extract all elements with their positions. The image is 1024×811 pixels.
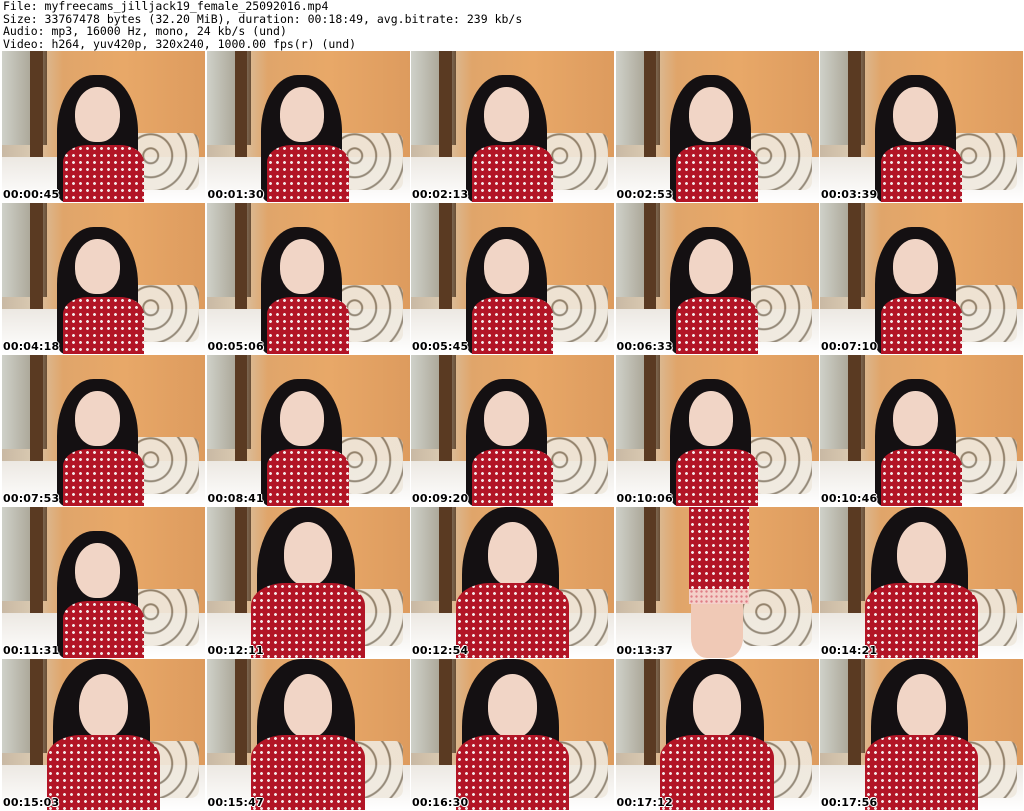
timestamp-label: 00:02:53 xyxy=(616,188,673,201)
timestamp-label: 00:07:53 xyxy=(3,492,60,505)
timestamp-label: 00:05:06 xyxy=(207,340,264,353)
timestamp-label: 00:14:21 xyxy=(821,644,878,657)
thumbnail-frame: 00:13:37 xyxy=(615,507,819,658)
timestamp-label: 00:03:39 xyxy=(821,188,878,201)
thumbnail-frame: 00:08:41 xyxy=(206,355,410,506)
timestamp-label: 00:09:20 xyxy=(412,492,469,505)
timestamp-label: 00:12:11 xyxy=(207,644,264,657)
thumbnail-frame: 00:00:45 xyxy=(2,51,205,202)
video-info-header: File: myfreecams_jilljack19_female_25092… xyxy=(3,0,522,50)
timestamp-label: 00:06:33 xyxy=(616,340,673,353)
timestamp-label: 00:10:46 xyxy=(821,492,878,505)
thumbnail-frame: 00:17:56 xyxy=(820,659,1023,810)
thumbnail-frame: 00:17:12 xyxy=(615,659,819,810)
timestamp-label: 00:10:06 xyxy=(616,492,673,505)
thumbnail-frame: 00:15:03 xyxy=(2,659,205,810)
thumbnail-grid: 00:00:45 00:01:30 00:02:13 00:02:53 00:0… xyxy=(2,51,1023,810)
timestamp-label: 00:04:18 xyxy=(3,340,60,353)
thumbnail-frame: 00:10:46 xyxy=(820,355,1023,506)
timestamp-label: 00:05:45 xyxy=(412,340,469,353)
thumbnail-frame: 00:05:06 xyxy=(206,203,410,354)
timestamp-label: 00:12:54 xyxy=(412,644,469,657)
thumbnail-frame: 00:05:45 xyxy=(411,203,614,354)
thumbnail-frame: 00:12:54 xyxy=(411,507,614,658)
timestamp-label: 00:00:45 xyxy=(3,188,60,201)
thumbnail-frame: 00:15:47 xyxy=(206,659,410,810)
timestamp-label: 00:17:12 xyxy=(616,796,673,809)
thumbnail-frame: 00:09:20 xyxy=(411,355,614,506)
timestamp-label: 00:11:31 xyxy=(3,644,60,657)
thumbnail-frame: 00:07:10 xyxy=(820,203,1023,354)
timestamp-label: 00:08:41 xyxy=(207,492,264,505)
timestamp-label: 00:01:30 xyxy=(207,188,264,201)
thumbnail-frame: 00:07:53 xyxy=(2,355,205,506)
timestamp-label: 00:17:56 xyxy=(821,796,878,809)
thumbnail-frame: 00:04:18 xyxy=(2,203,205,354)
file-name-line: File: myfreecams_jilljack19_female_25092… xyxy=(3,0,329,13)
thumbnail-frame: 00:16:30 xyxy=(411,659,614,810)
timestamp-label: 00:16:30 xyxy=(412,796,469,809)
thumbnail-frame: 00:12:11 xyxy=(206,507,410,658)
thumbnail-frame: 00:06:33 xyxy=(615,203,819,354)
timestamp-label: 00:15:47 xyxy=(207,796,264,809)
thumbnail-frame: 00:02:53 xyxy=(615,51,819,202)
thumbnail-frame: 00:02:13 xyxy=(411,51,614,202)
thumbnail-frame: 00:03:39 xyxy=(820,51,1023,202)
thumbnail-frame: 00:14:21 xyxy=(820,507,1023,658)
timestamp-label: 00:07:10 xyxy=(821,340,878,353)
video-info-line: Video: h264, yuv420p, 320x240, 1000.00 f… xyxy=(3,36,357,51)
thumbnail-frame: 00:01:30 xyxy=(206,51,410,202)
audio-info-line: Audio: mp3, 16000 Hz, mono, 24 kb/s (und… xyxy=(3,24,287,39)
timestamp-label: 00:15:03 xyxy=(3,796,60,809)
thumbnail-frame: 00:10:06 xyxy=(615,355,819,506)
thumbnail-frame: 00:11:31 xyxy=(2,507,205,658)
timestamp-label: 00:13:37 xyxy=(616,644,673,657)
timestamp-label: 00:02:13 xyxy=(412,188,469,201)
